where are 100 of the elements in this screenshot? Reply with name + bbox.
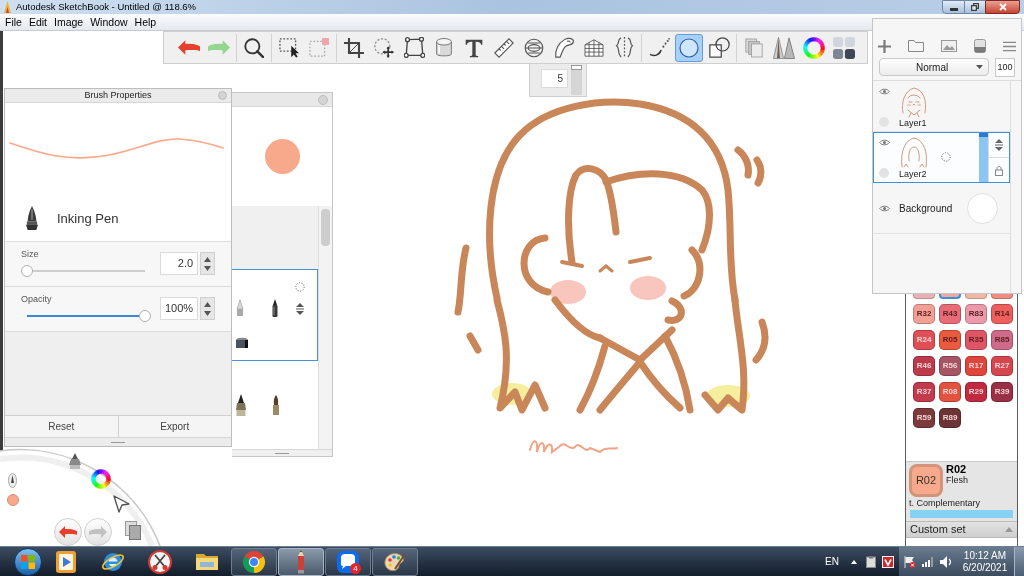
brush-tips-icon: [773, 36, 795, 59]
minimize-button[interactable]: [942, 0, 965, 14]
restore-icon: [971, 3, 979, 11]
tricolor-circle-icon: [242, 549, 266, 574]
eye-icon[interactable]: [878, 139, 890, 146]
language-indicator[interactable]: EN: [825, 556, 839, 567]
dashed-circle-move-icon: [374, 37, 394, 58]
chrome-button[interactable]: [231, 547, 277, 576]
color-swatch[interactable]: R37: [913, 382, 935, 402]
updown-arrows-icon[interactable]: [995, 139, 1003, 151]
tile-grid-icon: [833, 36, 855, 59]
start-button[interactable]: [14, 547, 42, 576]
caret-up-icon[interactable]: [851, 559, 857, 564]
scrollbar[interactable]: [318, 206, 332, 449]
clock-date[interactable]: 6/20/2021: [962, 561, 1008, 574]
plus-icon[interactable]: [878, 39, 891, 53]
value-field[interactable]: 2.0: [160, 252, 199, 275]
panel-grip[interactable]: [232, 449, 332, 456]
layer-drag-handle[interactable]: [979, 133, 988, 182]
caret-up-icon[interactable]: [204, 301, 212, 307]
color-swatch[interactable]: R59: [913, 408, 935, 428]
quad-corners-icon: [403, 37, 425, 58]
color-swatch[interactable]: R56: [939, 356, 961, 376]
color-swatch[interactable]: R05: [939, 330, 961, 350]
stacked-pages-icon[interactable]: [125, 521, 141, 540]
color-swatch[interactable]: R46: [913, 356, 935, 376]
vertical-slider[interactable]: [571, 65, 582, 95]
caret-down-icon[interactable]: [204, 265, 212, 271]
value-field[interactable]: 100%: [160, 297, 199, 320]
panel-button[interactable]: Reset: [5, 416, 119, 437]
layer-name: Background: [899, 203, 953, 214]
color-wheel-icon[interactable]: [91, 469, 111, 489]
background-color-icon[interactable]: [967, 193, 998, 224]
chat-app-button[interactable]: 4: [325, 547, 371, 576]
layer-fill-icon[interactable]: [974, 39, 986, 53]
panel-button[interactable]: Export: [118, 416, 231, 437]
pen-nib-icon: [26, 205, 38, 231]
dotted-circle-icon: [941, 152, 951, 162]
square-circle-icon: [708, 37, 730, 58]
blend-mode-dropdown[interactable]: Normal: [879, 58, 990, 76]
current-color-swatch[interactable]: R02: [909, 464, 943, 497]
scrollbar-thumb[interactable]: [321, 209, 330, 246]
scissors-icon: [148, 549, 172, 574]
color-swatch[interactable]: R89: [939, 408, 961, 428]
arrow-right-icon: [208, 40, 230, 55]
flag-icon[interactable]: [904, 555, 916, 568]
layer-row[interactable]: Layer2: [873, 132, 1010, 183]
color-set-header[interactable]: Custom set: [906, 521, 1017, 537]
ellipse-button[interactable]: [675, 33, 703, 62]
menu-item[interactable]: File: [5, 16, 22, 28]
sketchbook-button[interactable]: [278, 547, 324, 576]
clipboard-icon[interactable]: [866, 555, 876, 568]
eraser-icon[interactable]: [234, 336, 250, 348]
signal-bars-icon[interactable]: [922, 556, 934, 567]
color-swatch[interactable]: R85: [991, 330, 1013, 350]
layer-opacity-field[interactable]: 100: [995, 58, 1015, 77]
brush-set-card[interactable]: [232, 269, 318, 361]
cursor-arrow-icon[interactable]: [113, 495, 130, 513]
brush-icon[interactable]: [8, 473, 17, 488]
arrow-right-icon: [89, 526, 107, 538]
menu-item[interactable]: Image: [54, 16, 84, 28]
marker-tip-icon[interactable]: [271, 299, 279, 317]
show-desktop-button[interactable]: [1014, 547, 1024, 576]
caret-down-icon[interactable]: [204, 310, 212, 316]
speaker-icon[interactable]: [940, 555, 952, 568]
eye-icon[interactable]: [878, 205, 890, 212]
close-button[interactable]: [985, 0, 1020, 14]
caret-up-icon[interactable]: [204, 256, 212, 262]
color-swatch[interactable]: R32: [913, 304, 935, 324]
color-swatch[interactable]: R43: [939, 304, 961, 324]
eye-icon[interactable]: [878, 88, 890, 95]
slider-thumb[interactable]: [571, 65, 582, 70]
brush-tip-icon[interactable]: [272, 395, 280, 415]
slider-thumb[interactable]: [139, 310, 151, 322]
menu-item[interactable]: Help: [134, 16, 157, 28]
brush-size-field[interactable]: 5: [541, 69, 568, 88]
color-swatch[interactable]: R83: [965, 304, 987, 324]
lock-icon[interactable]: [995, 164, 1003, 176]
slider-thumb[interactable]: [21, 265, 33, 277]
checkmark-tile-icon[interactable]: [882, 555, 894, 568]
folder-icon[interactable]: [908, 40, 924, 52]
grid-box-icon: [584, 38, 604, 57]
stepper[interactable]: [200, 252, 215, 275]
menu-item[interactable]: Edit: [28, 16, 47, 28]
color-swatch[interactable]: R14: [991, 304, 1013, 324]
complementary-label[interactable]: t. Complementary: [909, 498, 1017, 508]
paint-button[interactable]: [372, 547, 418, 576]
menu-icon[interactable]: [1003, 40, 1016, 52]
pen-nib-icon[interactable]: [69, 453, 81, 469]
panel-grip[interactable]: [5, 437, 231, 446]
restore-button[interactable]: [965, 0, 985, 14]
stepper[interactable]: [200, 297, 215, 320]
color-swatch[interactable]: R29: [965, 382, 987, 402]
color-swatch[interactable]: R39: [991, 382, 1013, 402]
layer-row[interactable]: Background: [873, 183, 1010, 234]
menu-item[interactable]: Window: [90, 16, 128, 28]
clock-time[interactable]: 10:12 AM: [963, 549, 1007, 562]
updown-arrows-icon[interactable]: [296, 303, 304, 315]
brush-tip-icon[interactable]: [236, 394, 246, 416]
window-title: Autodesk SketchBook - Untitled @ 118.6%: [16, 2, 197, 12]
